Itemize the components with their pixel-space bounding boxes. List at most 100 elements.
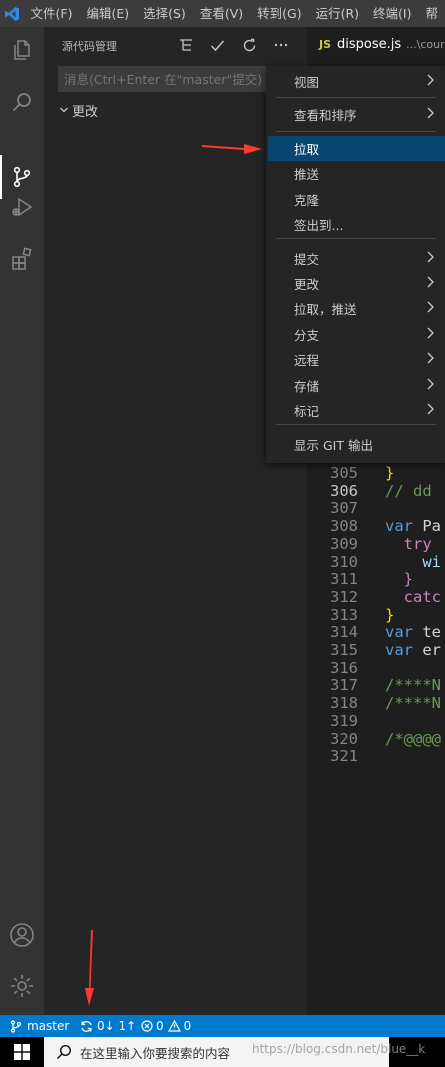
code-line[interactable]: 314 var te [307, 623, 445, 641]
warning-count: 0 [183, 1019, 192, 1033]
menu-file[interactable]: 文件(F) [24, 0, 80, 27]
menu-item-label: 存储 [294, 379, 320, 394]
menu-selection[interactable]: 选择(S) [136, 0, 193, 27]
chevron-right-icon [425, 351, 435, 369]
branch-indicator[interactable]: master [10, 1015, 69, 1037]
line-number: 308 [330, 517, 358, 536]
code-line[interactable]: 311 } [307, 570, 445, 588]
menu-item-view-and-sort[interactable]: 查看和排序 [268, 102, 445, 127]
windows-start-button[interactable] [0, 1037, 44, 1067]
line-number: 307 [330, 499, 358, 518]
windows-logo-icon [14, 1044, 30, 1060]
menu-run[interactable]: 运行(R) [309, 0, 366, 27]
menu-item-branch[interactable]: 分支 [268, 322, 445, 347]
taskbar-search-placeholder: 在这里输入你要搜索的内容 [80, 1045, 231, 1061]
more-actions-icon[interactable] [271, 35, 291, 55]
line-number: 311 [330, 570, 358, 589]
chevron-right-icon [425, 250, 435, 268]
code-token: /*@@@@ [385, 729, 441, 748]
code-line[interactable]: 306 // dd [307, 482, 445, 500]
commit-message-input[interactable] [58, 66, 291, 92]
commit-check-icon[interactable] [207, 35, 227, 55]
explorer-icon[interactable] [6, 34, 38, 66]
code-line[interactable]: 321 [307, 747, 445, 765]
code-line[interactable]: 317 /****N [307, 676, 445, 694]
code-line[interactable]: 305} [307, 464, 445, 482]
code-line[interactable]: 312 catc [307, 588, 445, 606]
code-line[interactable]: 320 /*@@@@ [307, 730, 445, 748]
problems-indicator[interactable]: 0 0 [141, 1015, 191, 1037]
menu-separator [276, 238, 436, 239]
line-number: 317 [330, 676, 358, 695]
activity-bar [0, 27, 44, 1015]
chevron-right-icon [425, 377, 435, 395]
menu-item-stash[interactable]: 存储 [268, 373, 445, 398]
code-token: Pa [422, 517, 441, 536]
menu-item-push[interactable]: 推送 [268, 161, 445, 186]
code-text: } [385, 464, 394, 482]
menu-item-remote[interactable]: 远程 [268, 347, 445, 372]
code-line[interactable]: 318 /****N [307, 694, 445, 712]
chevron-right-icon [425, 73, 435, 91]
code-line[interactable]: 319 [307, 712, 445, 730]
refresh-icon[interactable] [239, 35, 259, 55]
menu-item-pull[interactable]: 拉取 [268, 136, 445, 161]
sidebar-header: 源代码管理 [44, 27, 307, 62]
menu-item-commit[interactable]: 提交 [268, 246, 445, 271]
menu-help[interactable]: 帮 [418, 0, 445, 27]
code-line[interactable]: 307 [307, 499, 445, 517]
run-debug-icon[interactable] [6, 191, 38, 223]
menu-item-tags[interactable]: 标记 [268, 398, 445, 423]
menu-item-label: 推送 [294, 167, 320, 182]
menu-item-label: 克隆 [294, 193, 320, 208]
search-icon[interactable] [6, 86, 38, 118]
code-text: } [385, 570, 413, 588]
menu-item-show-git-output[interactable]: 显示 GIT 输出 [268, 432, 445, 457]
code-text: /****N [385, 694, 441, 712]
tree-view-icon[interactable] [176, 35, 196, 55]
menu-item-label: 拉取 [294, 142, 320, 157]
code-line[interactable]: 309 try [307, 535, 445, 553]
source-control-icon[interactable] [6, 161, 38, 193]
menu-item-label: 显示 GIT 输出 [294, 438, 373, 453]
watermark: https://blog.csdn.net/blue__k [252, 1042, 426, 1056]
menu-view[interactable]: 查看(V) [193, 0, 250, 27]
code-line[interactable]: 315 var er [307, 641, 445, 659]
menu-item-label: 拉取，推送 [294, 302, 357, 317]
menu-edit[interactable]: 编辑(E) [79, 0, 136, 27]
extensions-icon[interactable] [6, 243, 38, 275]
menu-item-pull-push[interactable]: 拉取，推送 [268, 296, 445, 321]
menu-terminal[interactable]: 终端(I) [366, 0, 418, 27]
settings-gear-icon[interactable] [6, 970, 38, 1002]
code-text: } [385, 606, 394, 624]
active-view-indicator [0, 155, 2, 199]
code-token: } [385, 464, 395, 482]
menu-item-view[interactable]: 视图 [268, 69, 445, 94]
sync-icon [81, 1020, 92, 1032]
code-line[interactable]: 313} [307, 606, 445, 624]
code-text: // dd [385, 482, 432, 500]
code-line[interactable]: 310 wi [307, 553, 445, 571]
js-file-icon: JS [319, 38, 332, 51]
code-text: try [385, 535, 441, 553]
menu-go[interactable]: 转到(G) [250, 0, 308, 27]
code-line[interactable]: 308 var Pa [307, 517, 445, 535]
code-token: te [422, 623, 441, 642]
code-token: } [403, 570, 414, 589]
changes-group-header[interactable]: 更改 [56, 99, 98, 121]
account-icon[interactable] [6, 919, 38, 951]
menu-item-checkout-to[interactable]: 签出到... [268, 212, 445, 237]
menu-item-clone[interactable]: 克隆 [268, 187, 445, 212]
code-line[interactable]: 316 [307, 659, 445, 677]
code-token: catc [403, 587, 441, 606]
tab-dispose-js[interactable]: JS dispose.js ...\course [307, 27, 445, 62]
line-number: 315 [330, 641, 358, 659]
warning-icon [167, 1020, 181, 1032]
sync-indicator[interactable]: 0↓ 1↑ [80, 1015, 136, 1037]
menu-separator [276, 97, 436, 98]
git-branch-icon [10, 1019, 22, 1033]
menu-item-changes[interactable]: 更改 [268, 271, 445, 296]
